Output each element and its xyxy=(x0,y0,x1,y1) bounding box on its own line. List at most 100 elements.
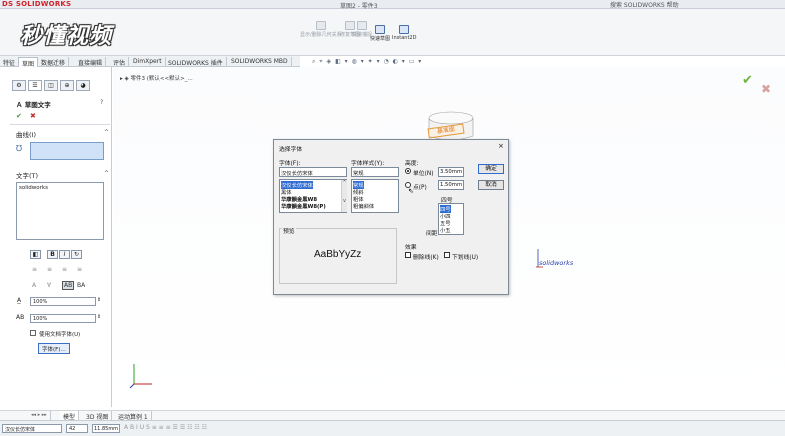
panel-title-label: 草图文字 xyxy=(24,101,51,109)
ribbon-rapid-sketch-button[interactable]: 快速草图 xyxy=(370,25,390,42)
tab-addins[interactable]: SOLIDWORKS 插件 xyxy=(165,57,227,67)
units-label: 单位(N) xyxy=(413,171,434,177)
tab-direct-edit[interactable]: 直接编辑 xyxy=(75,57,107,67)
points-input[interactable]: 1.50mm xyxy=(438,180,464,190)
feature-tree-breadcrumb[interactable]: ▸ ◈ 零件3 (默认<<默认>_... xyxy=(120,74,193,82)
curves-header[interactable]: 曲线(I) xyxy=(16,129,36,139)
help-search-input[interactable]: 搜索 SOLIDWORKS 帮助 xyxy=(610,0,750,9)
flip-horizontal-icon[interactable]: ∀ xyxy=(47,282,51,289)
reverse-text-icon[interactable]: BA xyxy=(77,282,85,289)
font-style-input[interactable]: 常规 xyxy=(351,167,399,177)
tab-sketch[interactable]: 草图 xyxy=(18,57,39,68)
tab-migration[interactable]: 数据迁移 xyxy=(38,57,70,67)
ribbon-snap-button[interactable]: 快速捕捉 xyxy=(352,21,372,38)
relations-icon xyxy=(315,21,326,30)
align-center-icon[interactable]: ≡ xyxy=(47,266,52,273)
collapse-chevron-icon[interactable]: ^ xyxy=(104,129,109,136)
size-list-item[interactable]: 小五 xyxy=(440,226,451,234)
text-direction-icon[interactable]: AB xyxy=(62,281,75,290)
sketch-text-icon: Ａ xyxy=(16,101,25,109)
status-font-value: 汉仪长仿宋体 xyxy=(5,427,36,433)
bold-toggle-icon[interactable]: ◧ xyxy=(30,250,41,259)
points-value: 1.50mm xyxy=(440,182,463,188)
size-list[interactable]: 四号 小四 五号 小五 xyxy=(438,203,464,235)
style-label: 字体样式(Y): xyxy=(351,161,385,167)
manager-tabs: ⚙ ☰ ◫ ⊕ ◕ xyxy=(12,80,94,92)
tab-propertymanager-icon[interactable]: ☰ xyxy=(28,80,42,91)
font-button[interactable]: 字体(F)... xyxy=(38,343,70,354)
status-size-select[interactable]: 42 xyxy=(66,424,88,433)
tab-featuremanager-icon[interactable]: ⚙ xyxy=(12,80,26,91)
spacing-label: 间距 xyxy=(426,231,438,237)
bold-button[interactable]: B xyxy=(47,250,58,259)
style-list-item[interactable]: 粗偏斜体 xyxy=(353,202,374,210)
mouse-cursor-icon: ⇖ xyxy=(408,187,414,195)
quick-snap-icon xyxy=(357,21,367,30)
italic-button[interactable]: I xyxy=(59,250,70,259)
align-right-icon[interactable]: ≡ xyxy=(62,266,67,273)
strikeout-checkbox[interactable] xyxy=(405,252,411,258)
cancel-x-icon[interactable]: ✖ xyxy=(30,112,36,120)
ribbon-relations-button[interactable]: 显示/删除几何关系 xyxy=(300,21,342,38)
strikeout-label: 删除线(K) xyxy=(413,255,439,261)
tab-mbd[interactable]: SOLIDWORKS MBD xyxy=(228,57,292,67)
cancel-button[interactable]: 取消 xyxy=(478,180,504,190)
tab-evaluate[interactable]: 评估 xyxy=(110,57,130,67)
help-icon[interactable]: ? xyxy=(100,99,103,106)
confirm-checkmark-icon[interactable]: ✔ xyxy=(742,73,753,88)
tab-dimxpert-icon[interactable]: ⊕ xyxy=(60,80,74,91)
underline-checkbox[interactable] xyxy=(444,252,450,258)
tab-features[interactable]: 特征 xyxy=(0,57,20,67)
tab-configmanager-icon[interactable]: ◫ xyxy=(44,80,58,91)
part-icon: ▸ ◈ xyxy=(120,76,131,82)
sketch-text-value: solidworks xyxy=(539,259,574,267)
font-dialog: 选择字体 × 字体(F): 汉仪长仿宋体 汉仪长仿宋体 黑体 华康韻金黑W8 华… xyxy=(273,139,509,295)
spacing-spinner-icon[interactable]: ⇕ xyxy=(97,314,101,320)
rotate-button[interactable]: ↻ xyxy=(71,250,82,259)
use-doc-font-checkbox[interactable] xyxy=(30,330,36,336)
cancel-x-icon[interactable]: ✖ xyxy=(761,82,771,96)
effects-label: 效果 xyxy=(405,245,417,251)
curves-selection-box[interactable] xyxy=(30,142,104,160)
heads-up-toolbar[interactable]: ⌕ ⌖ ◈ ◧ ▾ ◍ ▾ ✦ ▾ ◔ ◐ ▾ ▭ ▾ xyxy=(312,58,422,66)
ok-button[interactable]: 确定 xyxy=(478,164,504,174)
width-factor-input[interactable]: 100% xyxy=(30,297,96,306)
video-watermark: 秒懂视频 xyxy=(20,24,113,49)
ok-check-icon[interactable]: ✔ xyxy=(16,112,22,120)
spacing-value: 100% xyxy=(33,316,48,322)
title-bar: DS SOLIDWORKS 草图2 - 零件3 搜索 SOLIDWORKS 帮助 xyxy=(0,0,785,10)
font-style-list[interactable]: 常规 倾斜 粗体 粗偏斜体 xyxy=(351,179,399,213)
format-buttons-icon[interactable]: A B I U S ≡ ≡ ≡ ☰ ☰ ☷ ☷ ☷ xyxy=(124,424,207,431)
preview-label: 预览 xyxy=(282,226,296,235)
tab-dimxpert[interactable]: DimXpert xyxy=(130,57,166,67)
font-list-scrollbar[interactable]: ^ v xyxy=(341,180,347,212)
flip-vertical-icon[interactable]: A xyxy=(32,282,36,289)
text-header[interactable]: 文字(T) xyxy=(16,170,38,180)
status-font-select[interactable]: 汉仪长仿宋体 xyxy=(2,424,62,433)
text-input-value: solidworks xyxy=(19,185,48,191)
collapse-chevron-icon[interactable]: ^ xyxy=(104,170,109,177)
view-triad-icon xyxy=(129,364,152,389)
ribbon-instant2d-button[interactable]: Instant2D xyxy=(392,25,416,41)
units-radio[interactable] xyxy=(405,168,411,174)
bottom-tab-bar: ◂◂ ▸ ▸▸ 模型 3D 视图 运动算例 1 xyxy=(0,410,785,421)
align-justify-icon[interactable]: ≡ xyxy=(77,266,82,273)
font-list-item[interactable]: 华康韻金黑W8(P) xyxy=(281,202,326,210)
width-spinner-icon[interactable]: ⇕ xyxy=(97,297,101,303)
format-toolbar: 汉仪长仿宋体 42 11.85mm A B I U S ≡ ≡ ≡ ☰ ☰ ☷ … xyxy=(0,420,785,436)
status-size-value: 42 xyxy=(69,426,76,432)
font-style-value: 常规 xyxy=(353,171,364,177)
tab-display-icon[interactable]: ◕ xyxy=(76,80,90,91)
spacing-input[interactable]: 100% xyxy=(30,314,96,323)
font-name-input[interactable]: 汉仪长仿宋体 xyxy=(279,167,347,177)
font-list[interactable]: 汉仪长仿宋体 黑体 华康韻金黑W8 华康韻金黑W8(P) ^ v xyxy=(279,179,347,213)
dialog-close-icon[interactable]: × xyxy=(498,142,504,150)
units-input[interactable]: 3.50mm xyxy=(438,167,464,177)
align-left-icon[interactable]: ≡ xyxy=(32,266,37,273)
instant2d-icon xyxy=(399,25,410,34)
app-logo[interactable]: DS SOLIDWORKS xyxy=(2,0,71,8)
sketch-text-preview[interactable]: solidworks xyxy=(535,247,575,269)
status-height-input[interactable]: 11.85mm xyxy=(92,424,120,433)
ribbon-button-label: Instant2D xyxy=(392,35,417,41)
text-input-area[interactable]: solidworks xyxy=(16,182,104,240)
